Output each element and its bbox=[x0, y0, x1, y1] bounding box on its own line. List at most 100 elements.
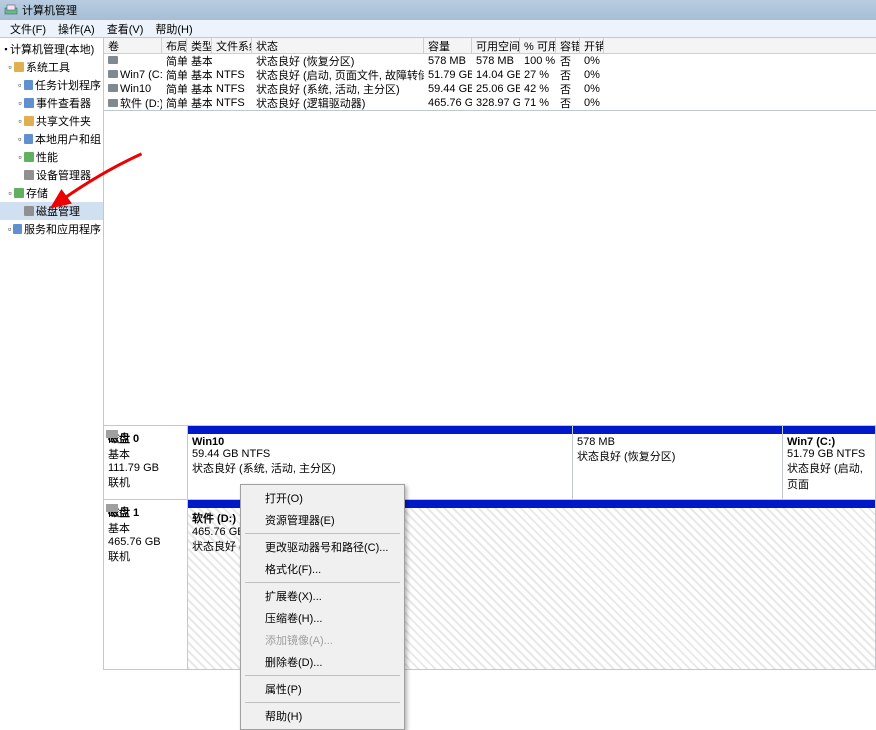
partition-size: 59.44 GB NTFS bbox=[192, 448, 568, 460]
partition-color-bar bbox=[783, 426, 875, 434]
tree-disk-management[interactable]: 磁盘管理 bbox=[0, 202, 103, 220]
vol-type: 基本 bbox=[187, 95, 212, 111]
menu-action[interactable]: 操作(A) bbox=[52, 21, 101, 37]
disk-status: 联机 bbox=[108, 548, 183, 564]
partition-status: 状态良好 (启动, 页面 bbox=[787, 460, 871, 492]
tree-label: 事件查看器 bbox=[36, 95, 91, 111]
disk-1-header[interactable]: 磁盘 1 基本 465.76 GB 联机 bbox=[104, 500, 188, 669]
tree-shared-folders[interactable]: ▫ 共享文件夹 bbox=[0, 112, 103, 130]
col-header-free[interactable]: 可用空间 bbox=[472, 38, 520, 54]
disk-icon bbox=[106, 504, 118, 512]
partition-color-bar bbox=[573, 426, 782, 434]
volume-row[interactable]: 软件 (D:) 简单 基本 NTFS 状态良好 (逻辑驱动器) 465.76 G… bbox=[104, 96, 876, 110]
menu-view[interactable]: 查看(V) bbox=[101, 21, 150, 37]
perf-icon bbox=[24, 152, 34, 162]
tree-task-scheduler[interactable]: ▫ 任务计划程序 bbox=[0, 76, 103, 94]
content-pane: 卷 布局 类型 文件系统 状态 容量 可用空间 % 可用 容错 开销 简单 基本… bbox=[104, 38, 876, 670]
ctx-shrink-volume[interactable]: 压缩卷(H)... bbox=[243, 607, 402, 629]
disk-size: 111.79 GB bbox=[108, 462, 183, 474]
app-icon bbox=[4, 3, 18, 17]
tree-device-manager[interactable]: 设备管理器 bbox=[0, 166, 103, 184]
col-header-layout[interactable]: 布局 bbox=[162, 38, 187, 54]
volume-icon bbox=[108, 99, 118, 107]
disk-icon bbox=[24, 206, 34, 216]
col-header-pct[interactable]: % 可用 bbox=[520, 38, 556, 54]
menu-help[interactable]: 帮助(H) bbox=[149, 21, 198, 37]
vol-name: Win7 (C:) bbox=[120, 69, 162, 81]
vol-overhead: 0% bbox=[580, 69, 604, 81]
navigation-tree: ▪ 计算机管理(本地) ▫ 系统工具 ▫ 任务计划程序 ▫ 事件查看器 ▫ bbox=[0, 38, 104, 670]
partition-size: 578 MB bbox=[577, 436, 778, 448]
ctx-help[interactable]: 帮助(H) bbox=[243, 705, 402, 727]
tree-local-users[interactable]: ▫ 本地用户和组 bbox=[0, 130, 103, 148]
window-titlebar: 计算机管理 bbox=[0, 0, 876, 20]
tree-system-tools[interactable]: ▫ 系统工具 bbox=[0, 58, 103, 76]
vol-layout: 简单 bbox=[162, 95, 187, 111]
col-header-overhead[interactable]: 开销 bbox=[580, 38, 604, 54]
col-header-fs[interactable]: 文件系统 bbox=[212, 38, 252, 54]
tree-label: 性能 bbox=[36, 149, 58, 165]
main-area: ▪ 计算机管理(本地) ▫ 系统工具 ▫ 任务计划程序 ▫ 事件查看器 ▫ bbox=[0, 38, 876, 670]
disk-0-row: 磁盘 0 基本 111.79 GB 联机 Win10 59.44 GB NTFS… bbox=[104, 426, 876, 500]
partition-size: 51.79 GB NTFS bbox=[787, 448, 871, 460]
col-header-status[interactable]: 状态 bbox=[252, 38, 424, 54]
disk-0-header[interactable]: 磁盘 0 基本 111.79 GB 联机 bbox=[104, 426, 188, 499]
tree-label: 本地用户和组 bbox=[35, 131, 101, 147]
storage-icon bbox=[14, 188, 24, 198]
disk-title: 磁盘 0 bbox=[108, 430, 183, 446]
ctx-format[interactable]: 格式化(F)... bbox=[243, 558, 402, 580]
vol-free: 14.04 GB bbox=[472, 69, 520, 81]
tree-performance[interactable]: ▫ 性能 bbox=[0, 148, 103, 166]
disk-1-row: 磁盘 1 基本 465.76 GB 联机 软件 (D:) 465.76 GB 状… bbox=[104, 500, 876, 670]
tree-label: 存储 bbox=[26, 185, 48, 201]
disk-graphical-view: 磁盘 0 基本 111.79 GB 联机 Win10 59.44 GB NTFS… bbox=[104, 425, 876, 670]
expand-icon: ▫ bbox=[6, 224, 13, 234]
expand-icon: ▫ bbox=[16, 98, 24, 108]
tree-label: 计算机管理(本地) bbox=[10, 41, 94, 57]
col-header-type[interactable]: 类型 bbox=[187, 38, 212, 54]
users-icon bbox=[24, 134, 33, 144]
expand-icon: ▫ bbox=[16, 80, 24, 90]
expand-icon: ▫ bbox=[16, 134, 24, 144]
partition-status: 状态良好 (恢复分区) bbox=[577, 448, 778, 464]
partition-name: Win7 (C:) bbox=[787, 436, 871, 448]
disk-size: 465.76 GB bbox=[108, 536, 183, 548]
partition-status: 状态良好 (系统, 活动, 主分区) bbox=[192, 460, 568, 476]
vol-overhead: 0% bbox=[580, 55, 604, 67]
vol-cap: 59.44 GB bbox=[424, 83, 472, 95]
vol-pct: 42 % bbox=[520, 83, 556, 95]
ctx-properties[interactable]: 属性(P) bbox=[243, 678, 402, 700]
tree-event-viewer[interactable]: ▫ 事件查看器 bbox=[0, 94, 103, 112]
vol-name: Win10 bbox=[120, 83, 151, 95]
disk0-partition-recovery[interactable]: 578 MB 状态良好 (恢复分区) bbox=[573, 426, 783, 499]
tree-label: 设备管理器 bbox=[36, 167, 91, 183]
ctx-open[interactable]: 打开(O) bbox=[243, 487, 402, 509]
tree-storage[interactable]: ▫ 存储 bbox=[0, 184, 103, 202]
col-header-capacity[interactable]: 容量 bbox=[424, 38, 472, 54]
col-header-volume[interactable]: 卷 bbox=[104, 38, 162, 54]
volume-icon bbox=[108, 70, 118, 78]
ctx-change-drive-letter[interactable]: 更改驱动器号和路径(C)... bbox=[243, 536, 402, 558]
expand-icon: ▪ bbox=[2, 44, 10, 54]
menu-separator bbox=[245, 582, 400, 583]
menu-file[interactable]: 文件(F) bbox=[4, 21, 52, 37]
ctx-add-mirror: 添加镜像(A)... bbox=[243, 629, 402, 651]
tree-root-computer[interactable]: ▪ 计算机管理(本地) bbox=[0, 40, 103, 58]
folder-icon bbox=[14, 62, 24, 72]
vol-name: 软件 (D:) bbox=[120, 98, 162, 110]
menu-separator bbox=[245, 702, 400, 703]
menu-separator bbox=[245, 675, 400, 676]
col-header-fault[interactable]: 容错 bbox=[556, 38, 580, 54]
tree-services-apps[interactable]: ▫ 服务和应用程序 bbox=[0, 220, 103, 238]
disk0-partition-win7[interactable]: Win7 (C:) 51.79 GB NTFS 状态良好 (启动, 页面 bbox=[783, 426, 876, 499]
volume-row[interactable]: Win7 (C:) 简单 基本 NTFS 状态良好 (启动, 页面文件, 故障转… bbox=[104, 68, 876, 82]
volume-row[interactable]: 简单 基本 状态良好 (恢复分区) 578 MB 578 MB 100 % 否 … bbox=[104, 54, 876, 68]
vol-pct: 71 % bbox=[520, 97, 556, 109]
ctx-explorer[interactable]: 资源管理器(E) bbox=[243, 509, 402, 531]
vol-fs: NTFS bbox=[212, 83, 252, 95]
volume-row[interactable]: Win10 简单 基本 NTFS 状态良好 (系统, 活动, 主分区) 59.4… bbox=[104, 82, 876, 96]
tree-label: 服务和应用程序 bbox=[24, 221, 101, 237]
vol-cap: 51.79 GB bbox=[424, 69, 472, 81]
vol-free: 578 MB bbox=[472, 55, 520, 67]
ctx-extend-volume[interactable]: 扩展卷(X)... bbox=[243, 585, 402, 607]
